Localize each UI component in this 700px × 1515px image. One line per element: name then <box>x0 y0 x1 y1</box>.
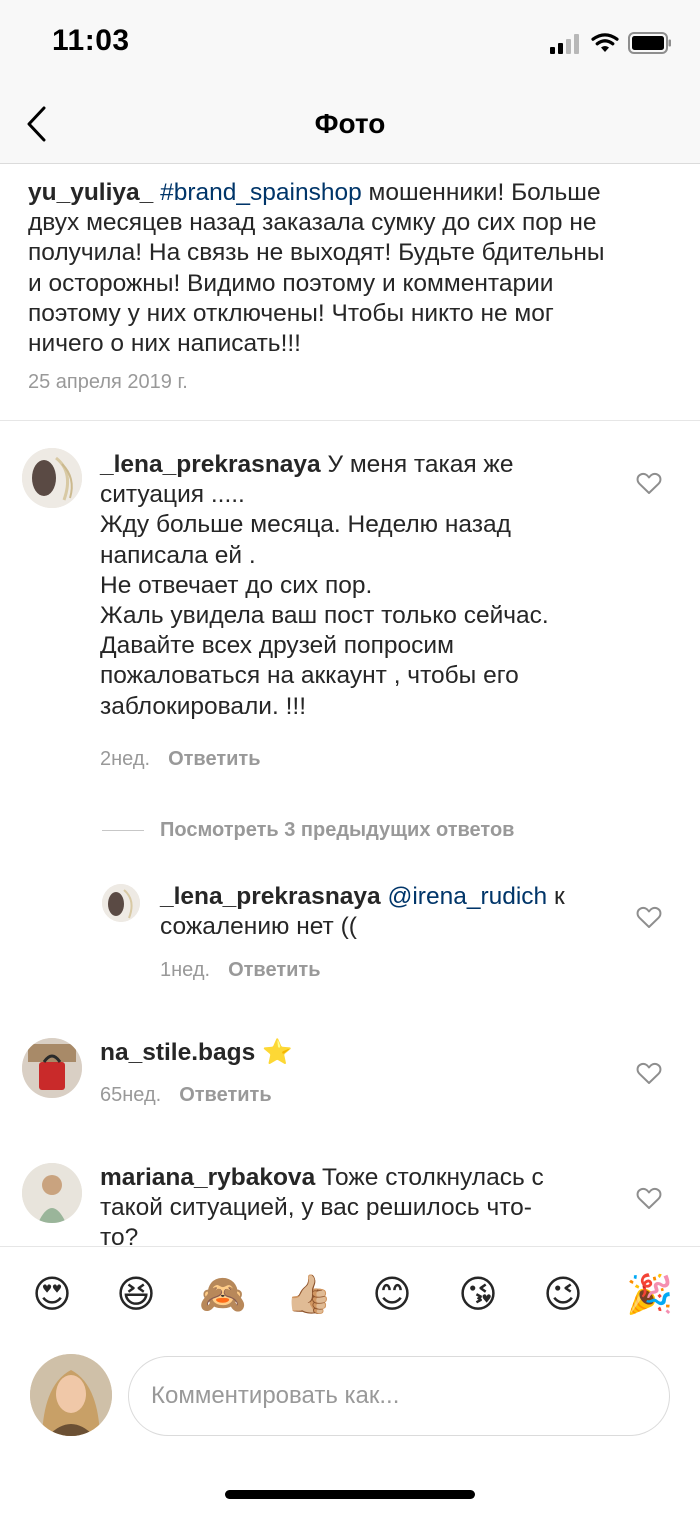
reply-button[interactable]: Ответить <box>168 748 260 770</box>
comment-line: _lena_prekrasnaya У меня такая же <box>100 450 620 480</box>
caption-hashtag[interactable]: #brand_spainshop <box>160 179 362 206</box>
avatar-image <box>22 1163 82 1223</box>
wifi-icon <box>591 33 619 52</box>
status-time: 11:03 <box>52 24 130 57</box>
avatar[interactable] <box>102 884 140 922</box>
comment-line: na_stile.bags ⭐ <box>100 1038 620 1068</box>
comment-line: такой ситуацией, у вас решилось что- <box>100 1194 532 1222</box>
caption-line: двух месяцев назад заказала сумку до сих… <box>28 209 597 237</box>
avatar-image <box>30 1354 112 1436</box>
caption-date: 25 апреля 2019 г. <box>28 371 188 393</box>
comment-username[interactable]: _lena_prekrasnaya <box>160 883 381 910</box>
avatar-image <box>22 1038 82 1098</box>
comment-line: ситуация ..... <box>100 481 245 509</box>
avatar[interactable] <box>22 1163 82 1223</box>
nav-bar: Фото <box>0 90 700 164</box>
wink-emoji-button[interactable]: 😉 <box>541 1273 585 1317</box>
comment-line: заблокировали. !!! <box>100 692 307 720</box>
reply-body: _lena_prekrasnaya @irena_rudich к сожале… <box>160 882 620 942</box>
caption-line: ничего о них написать!!! <box>28 330 301 358</box>
see-no-evil-emoji-button[interactable]: 🙈 <box>199 1273 246 1317</box>
comment-time: 2нед. <box>100 748 151 770</box>
page-title: Фото <box>314 108 386 139</box>
comment-text: к <box>547 883 565 910</box>
post-caption: yu_yuliya_ #brand_spainshop мошенники! Б… <box>28 178 668 359</box>
comment-input[interactable] <box>128 1356 670 1436</box>
home-indicator[interactable] <box>225 1490 475 1499</box>
caption-text: мошенники! Больше <box>361 179 601 206</box>
comment-username[interactable]: na_stile.bags <box>100 1039 255 1066</box>
reply-button[interactable]: Ответить <box>179 1084 271 1106</box>
star-emoji: ⭐ <box>262 1039 293 1066</box>
comment-time: 65нед. <box>100 1084 162 1106</box>
comment-meta: 1нед. Ответить <box>160 959 321 982</box>
replies-line <box>102 829 144 831</box>
comment-body: _lena_prekrasnaya У меня такая же ситуац… <box>100 450 620 722</box>
comment-line: сожалению нет (( <box>160 913 357 941</box>
comment-line: написала ей . <box>100 541 256 569</box>
comment-username[interactable]: mariana_rybakova <box>100 1164 315 1191</box>
current-user-avatar <box>30 1354 112 1436</box>
heart-outline-icon[interactable] <box>636 905 662 929</box>
caption-line: yu_yuliya_ #brand_spainshop мошенники! Б… <box>28 178 668 208</box>
heart-outline-icon[interactable] <box>636 471 662 495</box>
avatar-image <box>22 448 82 508</box>
comment-line: Не отвечает до сих пор. <box>100 571 373 599</box>
comment-line: Давайте всех друзей попросим <box>100 632 454 660</box>
comment-time: 1нед. <box>160 959 211 981</box>
heart-outline-icon[interactable] <box>636 1186 662 1210</box>
kiss-emoji-button[interactable]: 😘 <box>456 1273 500 1317</box>
comment-line: _lena_prekrasnaya @irena_rudich к <box>160 882 620 912</box>
smile-emoji-button[interactable]: 😊 <box>370 1273 414 1317</box>
comment-body: na_stile.bags ⭐ <box>100 1038 620 1068</box>
laughing-emoji-button[interactable]: 😆 <box>114 1273 158 1317</box>
avatar[interactable] <box>22 1038 82 1098</box>
comment-line: пожаловаться на аккаунт , чтобы его <box>100 662 519 690</box>
caption-line: поэтому у них отключены! Чтобы никто не … <box>28 299 554 327</box>
emoji-bar: 😍 😆 🙈 👍🏼 😊 😘 😉 🎉 <box>0 1246 700 1342</box>
comment-line: Жаль увидела ваш пост только сейчас. <box>100 602 549 630</box>
view-replies-button[interactable]: Посмотреть 3 предыдущих ответов <box>102 815 514 845</box>
thumbs-up-emoji-button[interactable]: 👍🏼 <box>285 1273 332 1317</box>
avatar-image <box>102 884 140 922</box>
comment-text: У меня такая же <box>320 451 514 478</box>
party-emoji-button[interactable]: 🎉 <box>626 1273 673 1317</box>
comment-meta: 2нед. Ответить <box>100 748 261 771</box>
comment-line: Жду больше месяца. Неделю назад <box>100 511 511 539</box>
reply-button[interactable]: Ответить <box>228 959 320 981</box>
caption-username[interactable]: yu_yuliya_ <box>28 179 153 206</box>
caption-line: получила! На связь не выходят! Будьте бд… <box>28 239 605 267</box>
heart-outline-icon[interactable] <box>636 1061 662 1085</box>
comment-line: mariana_rybakova Тоже столкнулась с <box>100 1163 620 1193</box>
battery-icon <box>628 32 671 54</box>
comment-text: Тоже столкнулась с <box>315 1164 544 1191</box>
view-replies-label: Посмотреть 3 предыдущих ответов <box>160 818 515 841</box>
comment-body: mariana_rybakova Тоже столкнулась с тако… <box>100 1163 620 1254</box>
caption-line: и осторожны! Видимо поэтому и комментари… <box>28 269 554 297</box>
divider <box>0 420 700 421</box>
avatar[interactable] <box>22 448 82 508</box>
signal-icon <box>550 34 580 54</box>
comment-meta: 65нед. Ответить <box>100 1084 272 1107</box>
heart-eyes-emoji-button[interactable]: 😍 <box>30 1273 74 1317</box>
comment-mention[interactable]: @irena_rudich <box>387 883 547 910</box>
comment-username[interactable]: _lena_prekrasnaya <box>100 451 321 478</box>
status-bar: 11:03 <box>0 0 700 90</box>
